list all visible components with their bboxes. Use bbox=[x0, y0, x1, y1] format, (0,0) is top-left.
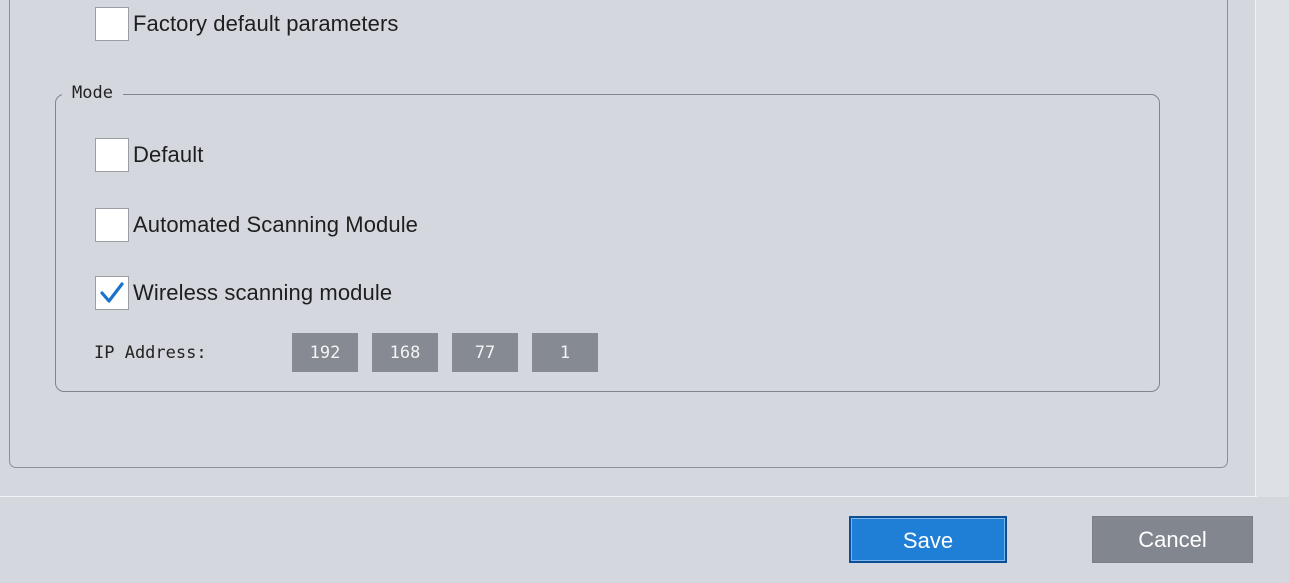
cancel-button[interactable]: Cancel bbox=[1092, 516, 1253, 563]
factory-default-label: Factory default parameters bbox=[133, 11, 399, 36]
mode-wireless-row[interactable]: Wireless scanning module bbox=[95, 274, 392, 312]
factory-default-row[interactable]: Factory default parameters bbox=[95, 5, 399, 43]
ip-octet-3-input[interactable] bbox=[452, 333, 518, 372]
scroll-strip bbox=[1256, 0, 1289, 497]
mode-automated-row[interactable]: Automated Scanning Module bbox=[95, 206, 418, 244]
save-button[interactable]: Save bbox=[849, 516, 1007, 563]
mode-default-checkbox[interactable] bbox=[95, 138, 129, 172]
ip-octet-2-input[interactable] bbox=[372, 333, 438, 372]
factory-default-checkbox[interactable] bbox=[95, 7, 129, 41]
mode-wireless-checkbox[interactable] bbox=[95, 276, 129, 310]
footer-divider bbox=[0, 496, 1257, 497]
ip-octet-1-input[interactable] bbox=[292, 333, 358, 372]
ip-octet-4-input[interactable] bbox=[532, 333, 598, 372]
mode-default-row[interactable]: Default bbox=[95, 136, 203, 174]
checkmark-icon bbox=[100, 282, 124, 303]
vertical-divider bbox=[1255, 0, 1256, 497]
mode-wireless-label: Wireless scanning module bbox=[133, 280, 393, 305]
ip-address-label: IP Address: bbox=[94, 343, 207, 363]
mode-automated-label: Automated Scanning Module bbox=[133, 212, 419, 237]
mode-automated-checkbox[interactable] bbox=[95, 208, 129, 242]
mode-default-label: Default bbox=[133, 142, 204, 167]
mode-legend: Mode bbox=[62, 82, 123, 104]
